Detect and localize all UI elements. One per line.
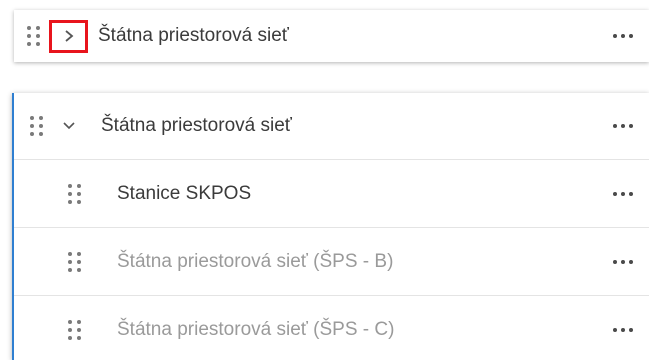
drag-handle-icon[interactable] [68,183,81,204]
expand-toggle-button[interactable] [49,19,88,53]
more-options-icon[interactable] [613,34,645,38]
sublayer-row[interactable]: Štátna priestorová sieť (ŠPS - C) [14,296,649,360]
more-options-icon[interactable] [613,124,645,128]
sublayer-title: Štátna priestorová sieť (ŠPS - B) [117,250,394,272]
layer-group-header[interactable]: Štátna priestorová sieť [14,93,649,160]
chevron-right-icon [64,30,73,42]
more-options-icon[interactable] [613,191,645,196]
drag-handle-icon[interactable] [27,26,40,46]
sublayer-row[interactable]: Štátna priestorová sieť (ŠPS - B) [14,228,649,296]
sublayer-title: Stanice SKPOS [117,182,252,204]
sublayer-title: Štátna priestorová sieť (ŠPS - C) [117,319,395,340]
more-options-icon[interactable] [613,259,645,264]
more-options-icon[interactable] [613,328,645,332]
layer-title: Štátna priestorová sieť [98,25,289,46]
group-title: Štátna priestorová sieť [101,115,292,136]
sublayer-row[interactable]: Stanice SKPOS [14,160,649,228]
layer-row-collapsed[interactable]: Štátna priestorová sieť [14,10,649,62]
chevron-down-icon [63,122,75,130]
drag-handle-icon[interactable] [30,116,43,136]
drag-handle-icon[interactable] [68,320,81,340]
drag-handle-icon[interactable] [68,251,81,272]
layer-list-panel: Štátna priestorová sieť Štátna priestoro… [0,0,649,360]
collapse-toggle-button[interactable] [61,118,77,134]
layer-group-expanded: Štátna priestorová sieť Stanice SKPOS Št… [12,93,649,360]
